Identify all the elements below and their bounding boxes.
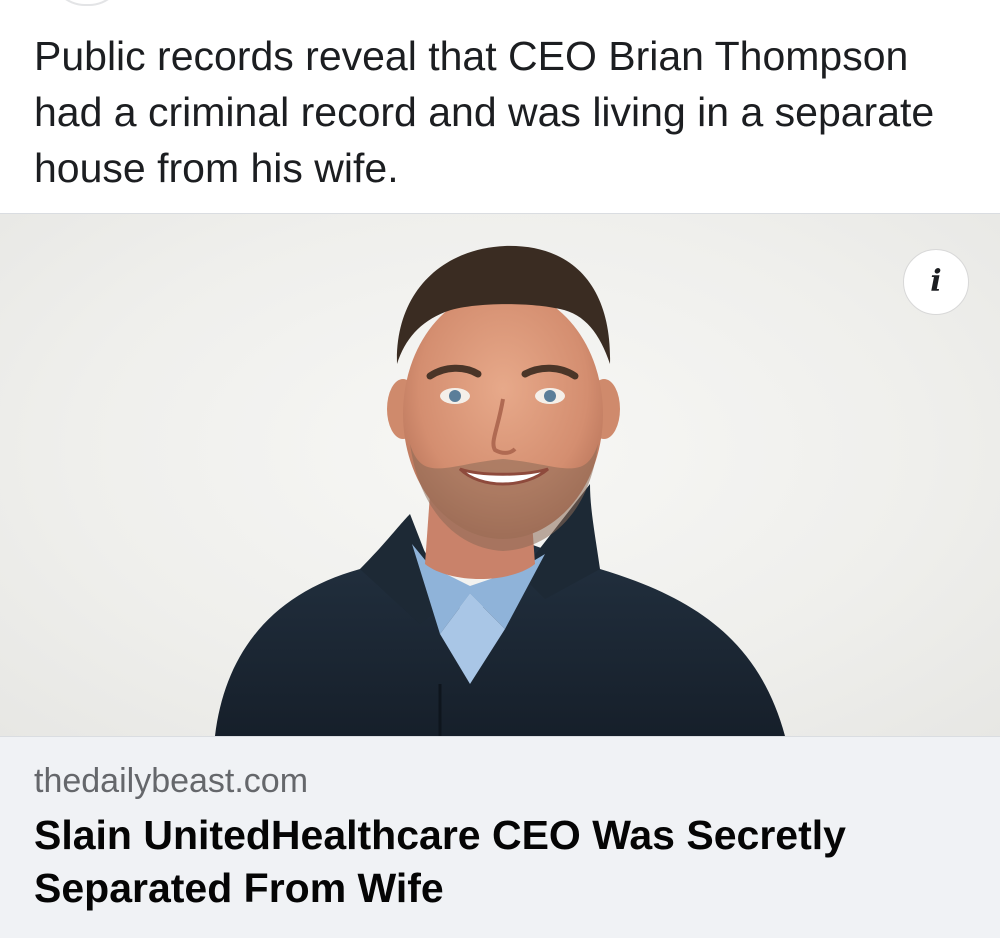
link-preview-image[interactable]: i [0, 214, 1000, 736]
link-headline[interactable]: Slain UnitedHealthcare CEO Was Secretly … [34, 809, 966, 915]
link-domain: thedailybeast.com [34, 762, 309, 800]
ceo-portrait-photo [215, 245, 785, 736]
info-button[interactable]: i [903, 249, 969, 315]
link-preview-card[interactable]: i thedailybeast.com Slain UnitedHealthca… [0, 213, 1000, 938]
link-preview-meta[interactable]: thedailybeast.com Slain UnitedHealthcare… [0, 736, 1000, 938]
post-page: Public records reveal that CEO Brian Tho… [0, 0, 1000, 938]
avatar[interactable] [50, 0, 124, 6]
info-icon: i [930, 264, 942, 299]
post-text: Public records reveal that CEO Brian Tho… [34, 33, 935, 191]
